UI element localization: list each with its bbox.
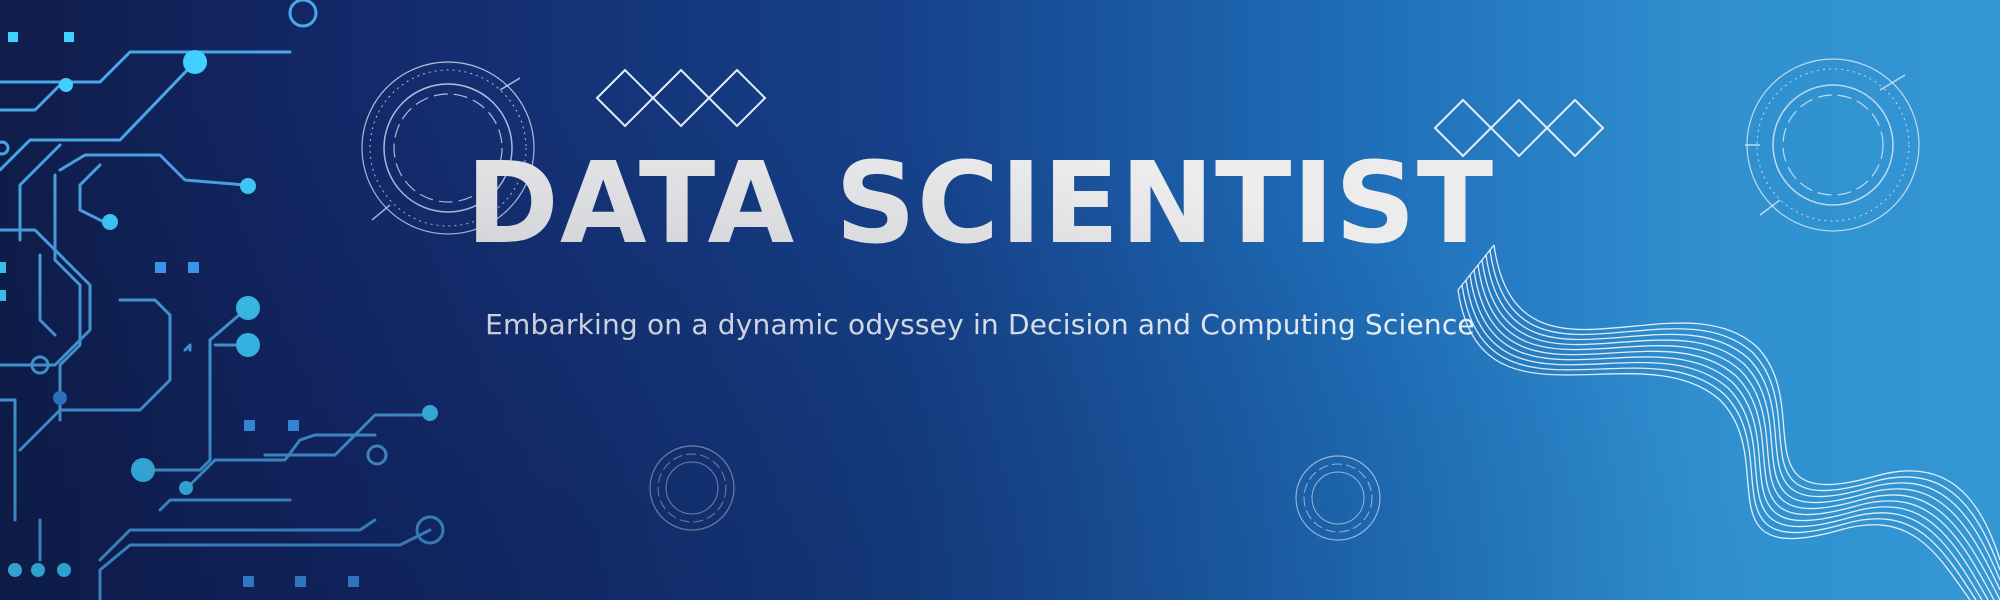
hud-ring-icon [1295,455,1381,541]
page-title: DATA SCIENTIST [465,139,1495,269]
subtitle: Embarking on a dynamic odyssey in Decisi… [485,308,1475,341]
banner: DATA SCIENTIST Embarking on a dynamic od… [0,0,2000,600]
hud-ring-icon [649,445,735,531]
wave-ribbon-icon [1457,244,2000,600]
diamond-row-icon [595,68,767,128]
decorations [0,0,2000,600]
